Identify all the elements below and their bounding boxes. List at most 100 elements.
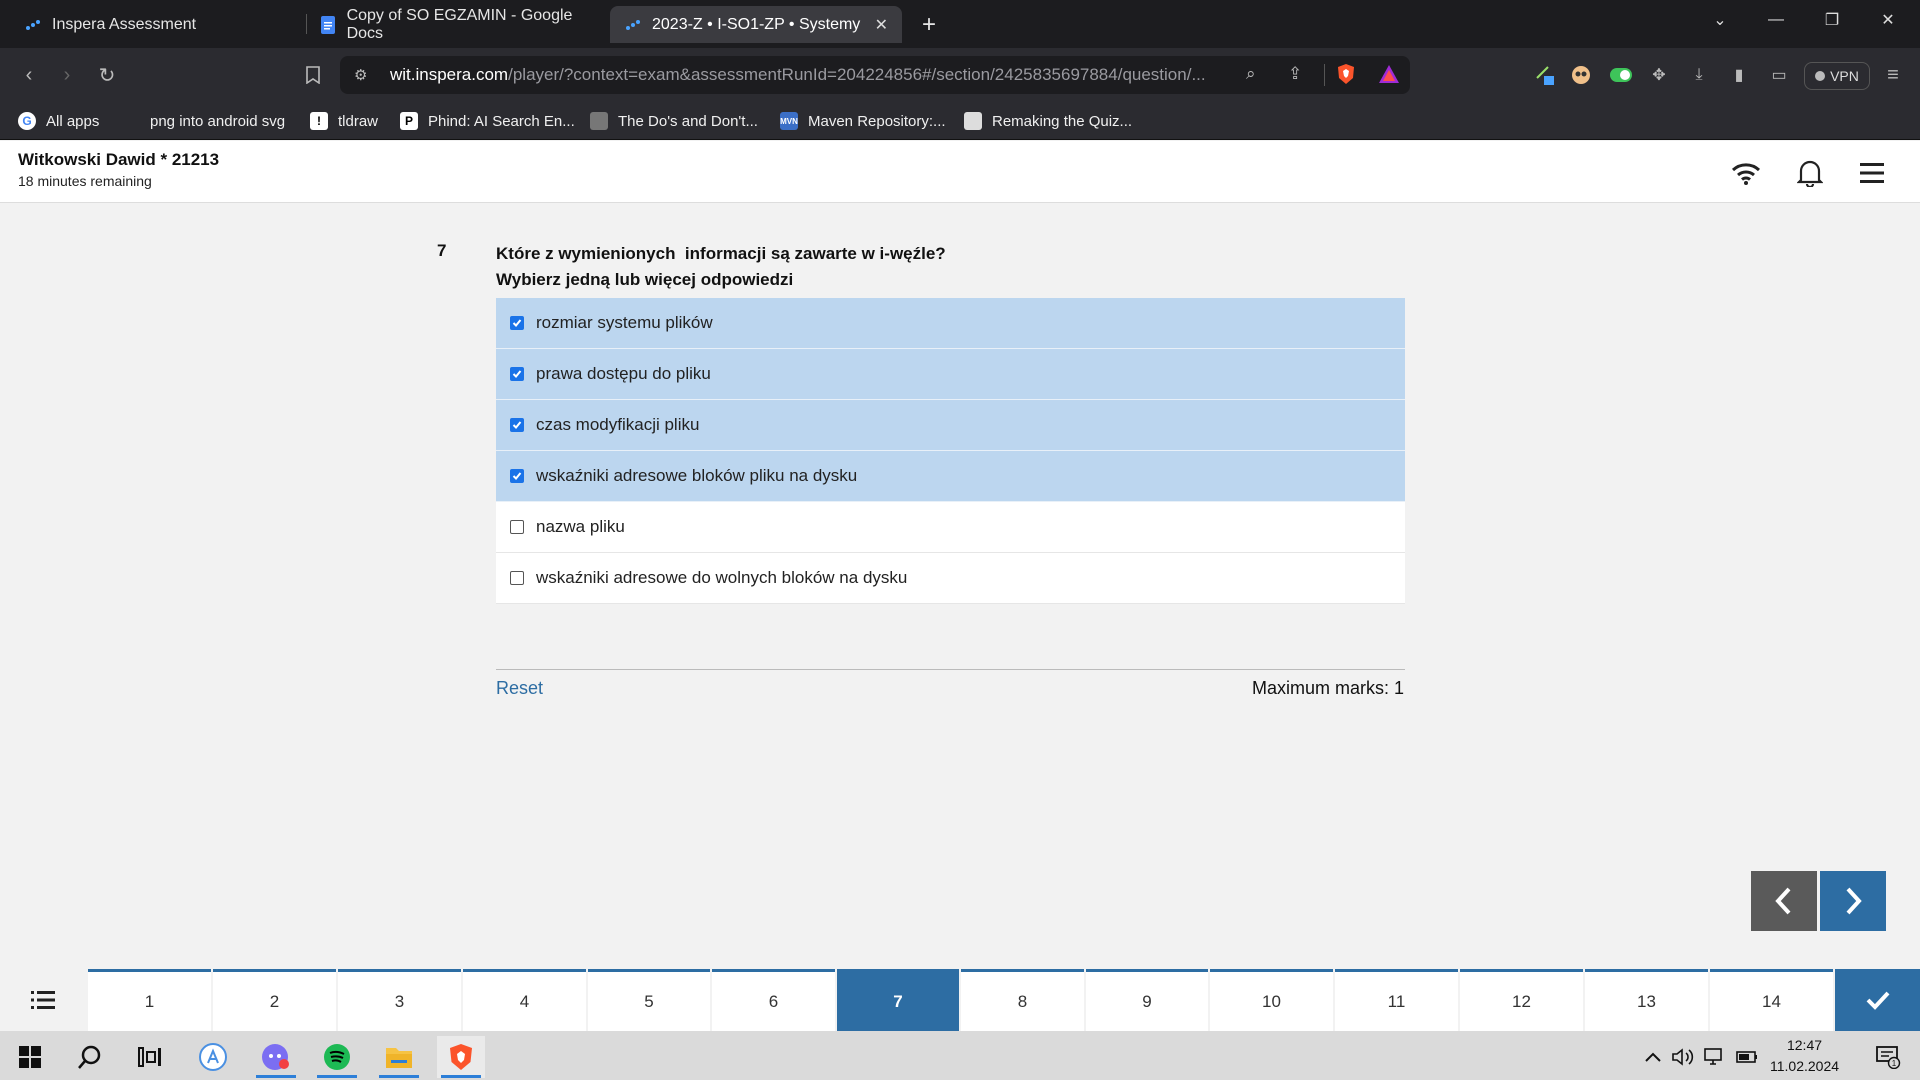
question-nav-9[interactable]: 9 (1086, 969, 1208, 1031)
bookmark-phind[interactable]: P Phind: AI Search En... (400, 108, 575, 134)
address-bar[interactable]: ⚙ wit.inspera.com/player/?context=exam&a… (340, 56, 1410, 94)
google-icon: G (18, 112, 36, 130)
answer-option[interactable]: wskaźniki adresowe bloków pliku na dysku (496, 451, 1405, 502)
maximum-marks: Maximum marks: 1 (1251, 678, 1404, 698)
answer-option[interactable]: czas modyfikacji pliku (496, 400, 1405, 451)
bookmark-png-svg[interactable]: png into android svg (150, 108, 285, 134)
question-nav-12[interactable]: 12 (1460, 969, 1583, 1031)
discord-icon[interactable] (252, 1036, 300, 1078)
extensions-puzzle-icon[interactable]: ✥ (1646, 62, 1672, 88)
downloads-icon[interactable]: ⤓ (1686, 62, 1712, 88)
answer-option-label: nazwa pliku (536, 517, 625, 536)
question-nav-6[interactable]: 6 (712, 969, 835, 1031)
question-nav-1[interactable]: 1 (88, 969, 211, 1031)
brave-browser-icon[interactable] (437, 1036, 485, 1078)
question-nav-13[interactable]: 13 (1585, 969, 1708, 1031)
question-nav-10[interactable]: 10 (1210, 969, 1333, 1031)
bookmark-tldraw[interactable]: ! tldraw (310, 108, 378, 134)
volume-icon[interactable] (1668, 1036, 1698, 1078)
bookmark-icon[interactable] (298, 60, 328, 90)
spotify-icon[interactable] (313, 1036, 361, 1078)
menu-icon[interactable]: ≡ (1880, 62, 1906, 88)
question-nav-2[interactable]: 2 (213, 969, 336, 1031)
notification-count: 1 (1892, 1059, 1897, 1068)
question-nav-8[interactable]: 8 (961, 969, 1084, 1031)
share-icon[interactable]: ⇪ (1288, 64, 1302, 84)
question-instruction: Wybierz jedną lub więcej odpowiedzi (496, 270, 794, 289)
question-number: 7 (437, 241, 447, 260)
vpn-status-icon (1815, 71, 1826, 81)
app-store-icon[interactable] (189, 1036, 237, 1078)
tab-google-docs[interactable]: Copy of SO EGZAMIN - Google Docs (306, 6, 606, 43)
back-icon[interactable]: ‹ (14, 60, 44, 90)
question-nav-11[interactable]: 11 (1335, 969, 1458, 1031)
checkbox-checked[interactable] (510, 367, 524, 381)
bookmark-remaking-quiz[interactable]: Remaking the Quiz... (964, 108, 1132, 134)
hamburger-menu-icon[interactable] (1854, 155, 1890, 191)
checkbox-checked[interactable] (510, 418, 524, 432)
bookmark-maven[interactable]: MVN Maven Repository:... (780, 108, 946, 134)
tab-systemy-operacyjne[interactable]: 2023-Z • I-SO1-ZP • Systemy op ✕ (610, 6, 902, 43)
task-view-icon[interactable] (126, 1036, 174, 1078)
extension-avatar-icon[interactable] (1568, 62, 1594, 88)
tab-inspera-assessment[interactable]: Inspera Assessment (10, 6, 300, 43)
notifications-icon[interactable]: 1 (1866, 1036, 1910, 1078)
answer-option[interactable]: prawa dostępu do pliku (496, 349, 1405, 400)
checkbox-unchecked[interactable] (510, 571, 524, 585)
wallet-icon[interactable]: ▭ (1766, 62, 1792, 88)
close-window-button[interactable]: ✕ (1860, 0, 1916, 40)
tab-search-icon[interactable]: ⌄ (1692, 0, 1748, 40)
brave-rewards-icon[interactable] (1378, 64, 1400, 89)
answer-option[interactable]: rozmiar systemu plików (496, 298, 1405, 349)
system-clock[interactable]: 12:47 11.02.2024 (1770, 1035, 1839, 1077)
plus-icon: + (922, 10, 937, 38)
restore-button[interactable]: ❐ (1804, 0, 1860, 40)
tab-title: Inspera Assessment (52, 15, 197, 33)
reload-icon[interactable]: ↻ (92, 60, 122, 90)
question-text: Które z wymienionych informacji są zawar… (496, 241, 946, 293)
next-question-button[interactable] (1820, 871, 1886, 931)
reset-link[interactable]: Reset (496, 678, 543, 699)
extension-pen-icon[interactable] (1532, 62, 1558, 88)
bookmark-all-apps[interactable]: G All apps (18, 108, 99, 134)
zoom-icon[interactable]: ⌕ (1246, 64, 1256, 84)
bell-icon[interactable] (1792, 155, 1828, 191)
tab-title: 2023-Z • I-SO1-ZP • Systemy op (652, 15, 864, 33)
previous-question-button[interactable] (1751, 871, 1817, 931)
checkbox-checked[interactable] (510, 469, 524, 483)
bookmark-dos-donts[interactable]: The Do's and Don't... (590, 108, 758, 134)
sidebar-icon[interactable]: ▮ (1726, 62, 1752, 88)
question-nav-5[interactable]: 5 (588, 969, 710, 1031)
answer-option[interactable]: wskaźniki adresowe do wolnych bloków na … (496, 553, 1405, 604)
wifi-icon[interactable] (1728, 155, 1764, 191)
show-hidden-icons-icon[interactable] (1638, 1036, 1668, 1078)
tldraw-icon: ! (310, 112, 328, 130)
article-icon (590, 112, 608, 130)
question-list-icon[interactable] (0, 969, 86, 1031)
forward-icon[interactable]: › (52, 60, 82, 90)
extension-toggle-icon[interactable] (1608, 62, 1634, 88)
answer-option-label: czas modyfikacji pliku (536, 415, 700, 434)
clock-date: 11.02.2024 (1770, 1058, 1840, 1074)
search-icon[interactable] (66, 1036, 114, 1078)
question-nav-3[interactable]: 3 (338, 969, 461, 1031)
answer-option[interactable]: nazwa pliku (496, 502, 1405, 553)
answer-option-label: wskaźniki adresowe bloków pliku na dysku (536, 466, 858, 485)
question-nav-7[interactable]: 7 (837, 969, 959, 1031)
vpn-button[interactable]: VPN (1804, 62, 1870, 90)
minimize-button[interactable]: — (1748, 0, 1804, 40)
network-icon[interactable] (1700, 1036, 1730, 1078)
file-explorer-icon[interactable] (375, 1036, 423, 1078)
site-settings-icon[interactable]: ⚙ (354, 66, 367, 84)
battery-icon[interactable] (1732, 1036, 1762, 1078)
checkbox-checked[interactable] (510, 316, 524, 330)
new-tab-button[interactable]: + (908, 6, 952, 43)
checkbox-unchecked[interactable] (510, 520, 524, 534)
close-tab-icon[interactable]: ✕ (875, 15, 888, 35)
brave-shields-icon[interactable] (1336, 63, 1356, 90)
phind-icon: P (400, 112, 418, 130)
finish-exam-button[interactable] (1835, 969, 1920, 1031)
question-nav-14[interactable]: 14 (1710, 969, 1833, 1031)
windows-start-icon[interactable] (6, 1036, 54, 1078)
question-nav-4[interactable]: 4 (463, 969, 586, 1031)
